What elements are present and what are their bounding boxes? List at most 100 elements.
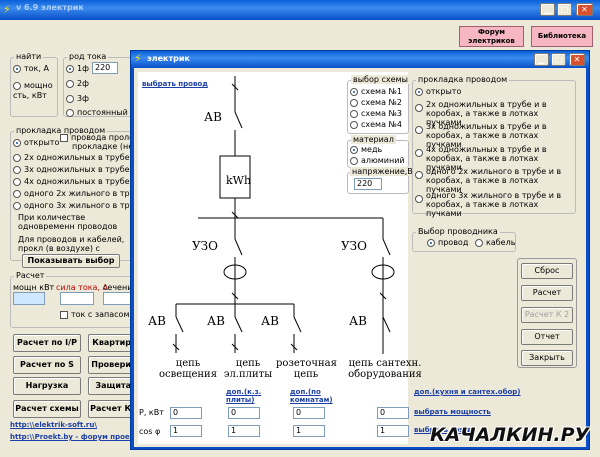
check-button[interactable]: Провери <box>88 356 132 374</box>
find-label: найти <box>14 52 44 61</box>
calc-button[interactable]: Расчет <box>521 285 573 301</box>
wire-radio[interactable]: провод <box>427 238 468 247</box>
radio-icon <box>350 87 358 96</box>
note-1: При количестве одновременн проводов прол… <box>18 213 118 231</box>
scheme-1-radio[interactable]: схема №1 <box>350 87 402 96</box>
dialog-icon: ⚡ <box>134 52 142 65</box>
radio-icon <box>475 238 483 247</box>
current-input[interactable] <box>60 292 94 305</box>
app-icon: ⚡ <box>3 3 11 16</box>
dialog-laying-label: прокладка проводом <box>416 75 510 84</box>
voltage-input[interactable]: 220 <box>92 62 118 74</box>
radio-icon <box>13 153 21 162</box>
dialog-title-bar: ⚡ электрик ▁ □ ✕ <box>131 51 589 68</box>
radio-icon <box>350 109 358 118</box>
protect-button[interactable]: Защита <box>88 377 132 395</box>
close-button[interactable]: ✕ <box>576 3 593 16</box>
radio-icon <box>350 120 358 129</box>
radio-icon <box>415 87 423 96</box>
radio-icon <box>13 138 21 147</box>
uzo-left-label: УЗО <box>192 239 218 253</box>
show-choice-button[interactable]: Показывать выбор <box>22 254 120 268</box>
main-title-bar: ⚡ v 6.9 электрик ▁ □ ✕ <box>0 0 600 20</box>
dc-radio[interactable]: постоянный <box>66 108 128 117</box>
radio-icon <box>13 64 21 73</box>
cos-input-socket[interactable]: 1 <box>293 425 325 437</box>
calc-by-s-button[interactable]: Расчет по S <box>13 356 81 374</box>
library-button[interactable]: Библиотека <box>531 26 593 47</box>
cos-input-sanitary[interactable]: 1 <box>377 425 409 437</box>
calc-by-ip-button[interactable]: Расчет по I/P <box>13 334 81 352</box>
power-kw-label: мощн кВт <box>13 283 55 292</box>
radio-icon <box>415 171 423 179</box>
laying-side-text: прокладке (не б <box>72 142 132 151</box>
laying-option-0[interactable]: открыто <box>13 138 59 147</box>
dialog-laying-4[interactable]: одного 2х жильного в трубе и в коробах, … <box>415 167 573 194</box>
copper-radio[interactable]: медь <box>350 145 382 154</box>
p-input-light[interactable]: 0 <box>170 407 202 419</box>
site-link-2[interactable]: http:\\Proekt.by - форум проек <box>10 433 132 441</box>
site-link-1[interactable]: http:\\elektrik-soft.ru\ <box>10 421 132 429</box>
load-button[interactable]: Нагрузка <box>13 377 81 395</box>
laying-option-4[interactable]: одного 2х жильного в трубе и <box>13 189 132 198</box>
radio-icon <box>66 94 74 103</box>
dialog-laying-5[interactable]: одного 3х жильного в трубе и в коробах, … <box>415 191 573 218</box>
laying-option-1[interactable]: 2х одножильных в трубе и в к <box>13 153 132 162</box>
close-dialog-button[interactable]: Закрыть <box>521 350 573 366</box>
calc-scheme-button[interactable]: Расчет схемы <box>13 400 81 418</box>
find-current-radio[interactable]: ток, А <box>13 64 49 73</box>
watermark-logo: КАЧАЛКИН.РУ <box>430 424 590 446</box>
laying-option-2[interactable]: 3х одножильных в трубе и в к <box>13 165 132 174</box>
find-power-radio[interactable]: мощно сть, кВт <box>13 81 57 101</box>
p-input-sanitary[interactable]: 0 <box>377 407 409 419</box>
scheme-label: выбор схемы <box>351 75 410 84</box>
dialog-laying-0[interactable]: открыто <box>415 87 461 96</box>
uzo-right-label: УЗО <box>341 239 367 253</box>
section-input[interactable] <box>103 292 132 305</box>
choose-power-link[interactable]: выбрать мощность <box>414 408 491 416</box>
radio-icon <box>13 165 21 174</box>
power-kw-input[interactable] <box>13 292 45 305</box>
phase1-radio[interactable]: 1ф <box>66 64 89 73</box>
material-label: материал <box>351 135 396 144</box>
laying-side-checkbox[interactable]: провода проложе <box>60 133 132 142</box>
scheme-4-radio[interactable]: схема №4 <box>350 120 402 129</box>
dialog-maximize-button[interactable]: □ <box>551 53 566 66</box>
extra-stove-link[interactable]: доп.(к.з. плиты) <box>226 388 270 404</box>
maximize-button[interactable]: □ <box>557 3 572 16</box>
laying-option-3[interactable]: 4х одножильных в трубе и в к <box>13 177 132 186</box>
cos-input-light[interactable]: 1 <box>170 425 202 437</box>
radio-icon <box>66 79 74 88</box>
extra-rooms-link[interactable]: доп.(по комнатам) <box>290 388 334 404</box>
radio-icon <box>13 201 21 210</box>
forum-button[interactable]: Форум электриков <box>459 26 524 47</box>
circuit-sanitary: цепь сантехн. оборудования <box>348 358 422 380</box>
apartment-button[interactable]: Квартир <box>88 334 132 352</box>
cos-input-stove[interactable]: 1 <box>228 425 260 437</box>
calc-k-button[interactable]: Расчет К <box>88 400 132 418</box>
current-type-label: род тока <box>67 52 109 61</box>
calc-k2-button[interactable]: Расчет К 2 <box>521 307 573 323</box>
cable-radio[interactable]: кабель <box>475 238 515 247</box>
radio-icon <box>415 126 423 134</box>
ab-main-label: АВ <box>204 110 222 124</box>
scheme-3-radio[interactable]: схема №3 <box>350 109 402 118</box>
report-button[interactable]: Отчет <box>521 329 573 345</box>
dialog-minimize-button[interactable]: ▁ <box>534 53 549 66</box>
p-input-stove[interactable]: 0 <box>228 407 260 419</box>
reserve-checkbox[interactable]: ток с запасом <box>60 310 130 319</box>
p-input-socket[interactable]: 0 <box>293 407 325 419</box>
laying-option-5[interactable]: одного 3х жильного в трубе и <box>13 201 132 210</box>
calc-label: Расчет <box>14 271 47 280</box>
scheme-2-radio[interactable]: схема №2 <box>350 98 402 107</box>
phase2-radio[interactable]: 2ф <box>66 79 89 88</box>
dialog-voltage-input[interactable]: 220 <box>354 178 382 190</box>
dialog-close-button[interactable]: ✕ <box>569 53 585 66</box>
ab-stove-label: АВ <box>207 314 225 328</box>
aluminum-radio[interactable]: алюминий <box>350 156 405 165</box>
extra-kitchen-link[interactable]: доп.(кухня и сантех.обор) <box>414 388 521 396</box>
minimize-button[interactable]: ▁ <box>540 3 555 16</box>
conductor-label: Выбор проводника <box>416 227 500 236</box>
phase3-radio[interactable]: 3ф <box>66 94 89 103</box>
reset-button[interactable]: Сброс <box>521 263 573 279</box>
